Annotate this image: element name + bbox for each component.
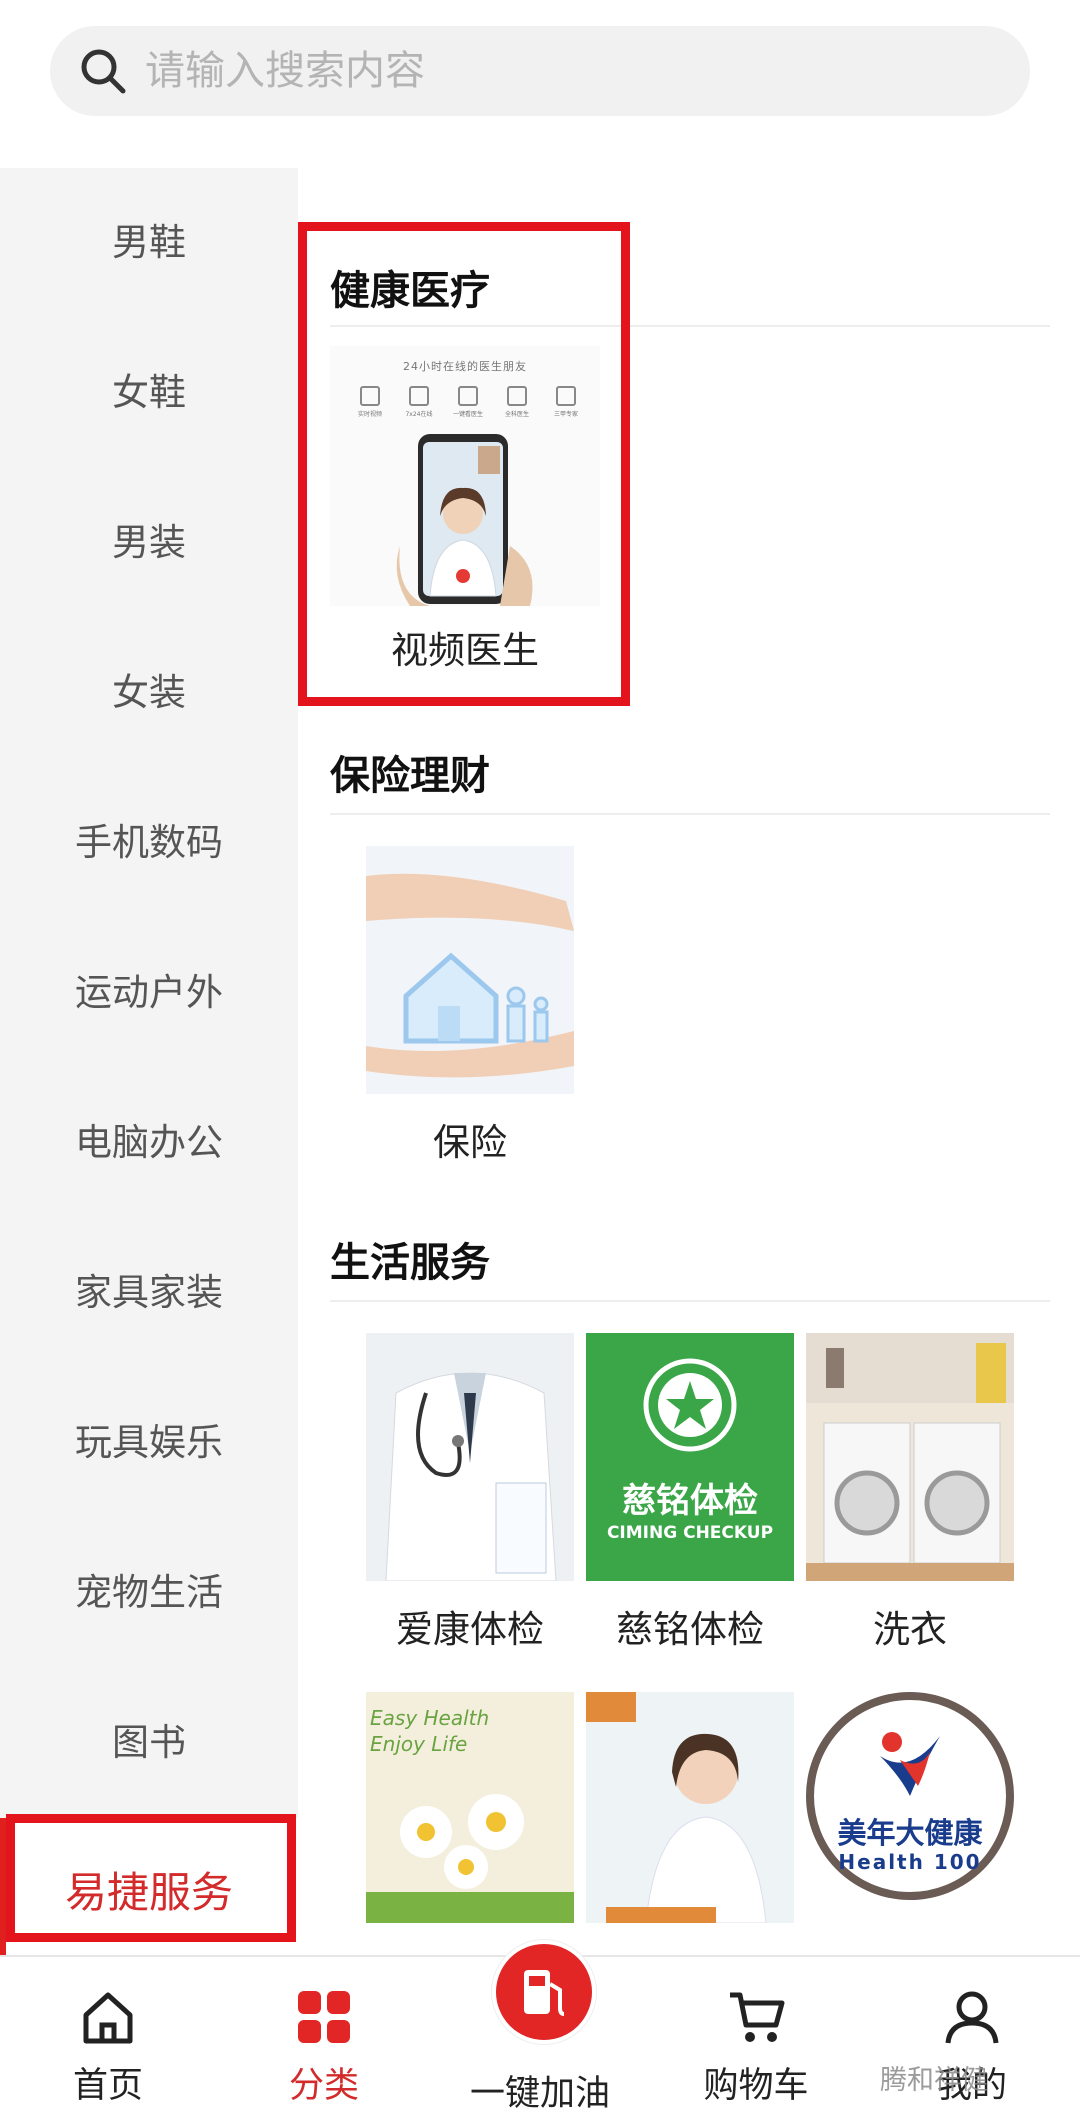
fuel-button[interactable] xyxy=(492,1940,596,2044)
search-placeholder: 请输入搜索内容 xyxy=(145,48,425,94)
image-text: Enjoy Life xyxy=(370,1732,468,1756)
easy-health-tile[interactable]: Easy Health Enjoy Life xyxy=(366,1692,574,1923)
tile-label: 爱康体检 xyxy=(396,1608,544,1651)
ciming-logo-icon xyxy=(643,1358,737,1452)
sidebar-item-label: 易捷服务 xyxy=(64,1868,233,1917)
search-icon xyxy=(81,49,126,94)
ciming-logo-text: 慈铭体检 xyxy=(622,1481,758,1521)
tab-profile[interactable]: 我的 xyxy=(864,1957,1080,2126)
meinian-tile[interactable]: 美年大健康 Health 100 xyxy=(806,1692,1014,1923)
insurance-image xyxy=(366,846,574,1094)
tab-cart[interactable]: 购物车 xyxy=(648,1957,864,2126)
doctor-coat-icon xyxy=(385,1372,557,1581)
woman-service-tile[interactable] xyxy=(586,1692,794,1923)
aikang-tile[interactable]: 爱康体检 xyxy=(366,1333,574,1653)
tab-label: 首页 xyxy=(72,2066,143,2106)
tab-home[interactable]: 首页 xyxy=(0,1957,216,2126)
section-divider xyxy=(330,813,1050,815)
tile-label: 洗衣 xyxy=(873,1608,947,1651)
sidebar-item-mens-clothing[interactable]: 男装 xyxy=(0,468,298,618)
phone-doctor-icon xyxy=(396,434,533,606)
feature-item: 实时视频 xyxy=(348,386,392,418)
laundry-tile[interactable]: 洗衣 xyxy=(806,1333,1014,1653)
laundry-image xyxy=(806,1333,1014,1581)
search-bar: 请输入搜索内容 xyxy=(0,0,1080,168)
cart-icon xyxy=(730,1992,785,2042)
sidebar-item-toys[interactable]: 玩具娱乐 xyxy=(0,1368,298,1518)
tile-label: 保险 xyxy=(433,1121,507,1164)
tab-label: 购物车 xyxy=(703,2066,809,2106)
feature-item: 三甲专家 xyxy=(544,386,588,418)
image-text: Easy Health xyxy=(370,1706,490,1730)
fuel-pump-icon xyxy=(524,1970,565,2016)
sidebar-item-computer[interactable]: 电脑办公 xyxy=(0,1068,298,1218)
video-doctor-tile[interactable]: 24小时在线的医生朋友 实时视频 7x24在线 一键看医生 全科医生 三甲专家 … xyxy=(330,346,600,674)
sidebar-item-books[interactable]: 图书 xyxy=(0,1668,298,1818)
feature-row: 实时视频 7x24在线 一键看医生 全科医生 三甲专家 xyxy=(348,386,588,418)
sidebar-item-furniture[interactable]: 家具家装 xyxy=(0,1218,298,1368)
section-title-health: 健康医疗 xyxy=(330,268,490,314)
category-sidebar: 男鞋 女鞋 男装 女装 手机数码 运动户外 电脑办公 家具家装 玩具娱乐 宠物生… xyxy=(0,168,298,1968)
ciming-tile[interactable]: 慈铭体检 CIMING CHECKUP 慈铭体检 xyxy=(586,1333,794,1653)
active-indicator xyxy=(0,1818,6,1968)
tile-label: 视频医生 xyxy=(391,629,539,672)
sidebar-item-womens-clothing[interactable]: 女装 xyxy=(0,618,298,768)
insurance-tile[interactable]: 保险 xyxy=(366,846,574,1166)
grid-icon xyxy=(298,1991,350,2043)
home-icon xyxy=(83,1992,133,2044)
ciming-logo-en: CIMING CHECKUP xyxy=(606,1523,774,1543)
section-divider xyxy=(330,325,1050,327)
washing-machine-icon xyxy=(806,1333,1014,1581)
image-caption: 24小时在线的医生朋友 xyxy=(403,360,527,373)
sidebar-item-womens-shoes[interactable]: 女鞋 xyxy=(0,318,298,468)
tab-label: 一键加油 xyxy=(469,2074,610,2114)
sidebar-item-outdoor[interactable]: 运动户外 xyxy=(0,918,298,1068)
section-divider xyxy=(330,1300,1050,1302)
video-doctor-image: 24小时在线的医生朋友 实时视频 7x24在线 一键看医生 全科医生 三甲专家 xyxy=(330,346,600,606)
category-content: 健康医疗 24小时在线的医生朋友 实时视频 7x24在线 一键看医生 全科医生 … xyxy=(298,168,1080,1955)
sidebar-item-mens-shoes[interactable]: 男鞋 xyxy=(0,168,298,318)
meinian-logo-text: 美年大健康 xyxy=(837,1816,983,1850)
sidebar-item-pets[interactable]: 宠物生活 xyxy=(0,1518,298,1668)
feature-item: 一键看医生 xyxy=(446,386,490,418)
sidebar-item-services[interactable]: 易捷服务 xyxy=(0,1818,298,1968)
meinian-logo-en: Health 100 xyxy=(838,1850,982,1874)
woman-portrait-icon xyxy=(586,1692,767,1923)
watermark-text: 腾和祥健 xyxy=(880,2065,988,2096)
tile-label: 慈铭体检 xyxy=(616,1608,764,1651)
ciming-image: 慈铭体检 CIMING CHECKUP xyxy=(586,1333,794,1581)
tab-label: 分类 xyxy=(288,2066,359,2106)
woman-service-image xyxy=(586,1692,794,1923)
meinian-logo-icon xyxy=(880,1732,940,1796)
easy-health-image: Easy Health Enjoy Life xyxy=(366,1692,574,1923)
section-title-insurance: 保险理财 xyxy=(330,753,490,799)
search-input[interactable]: 请输入搜索内容 xyxy=(50,26,1030,116)
tab-category[interactable]: 分类 xyxy=(216,1957,432,2126)
sidebar-item-digital[interactable]: 手机数码 xyxy=(0,768,298,918)
feature-item: 全科医生 xyxy=(495,386,539,418)
section-title-life: 生活服务 xyxy=(330,1240,490,1286)
user-icon xyxy=(945,1991,999,2044)
feature-item: 7x24在线 xyxy=(397,386,441,418)
daisy-flowers-icon xyxy=(366,1794,574,1923)
aikang-image xyxy=(366,1333,574,1581)
house-hands-icon xyxy=(366,873,574,1078)
meinian-image: 美年大健康 Health 100 xyxy=(806,1692,1014,1923)
